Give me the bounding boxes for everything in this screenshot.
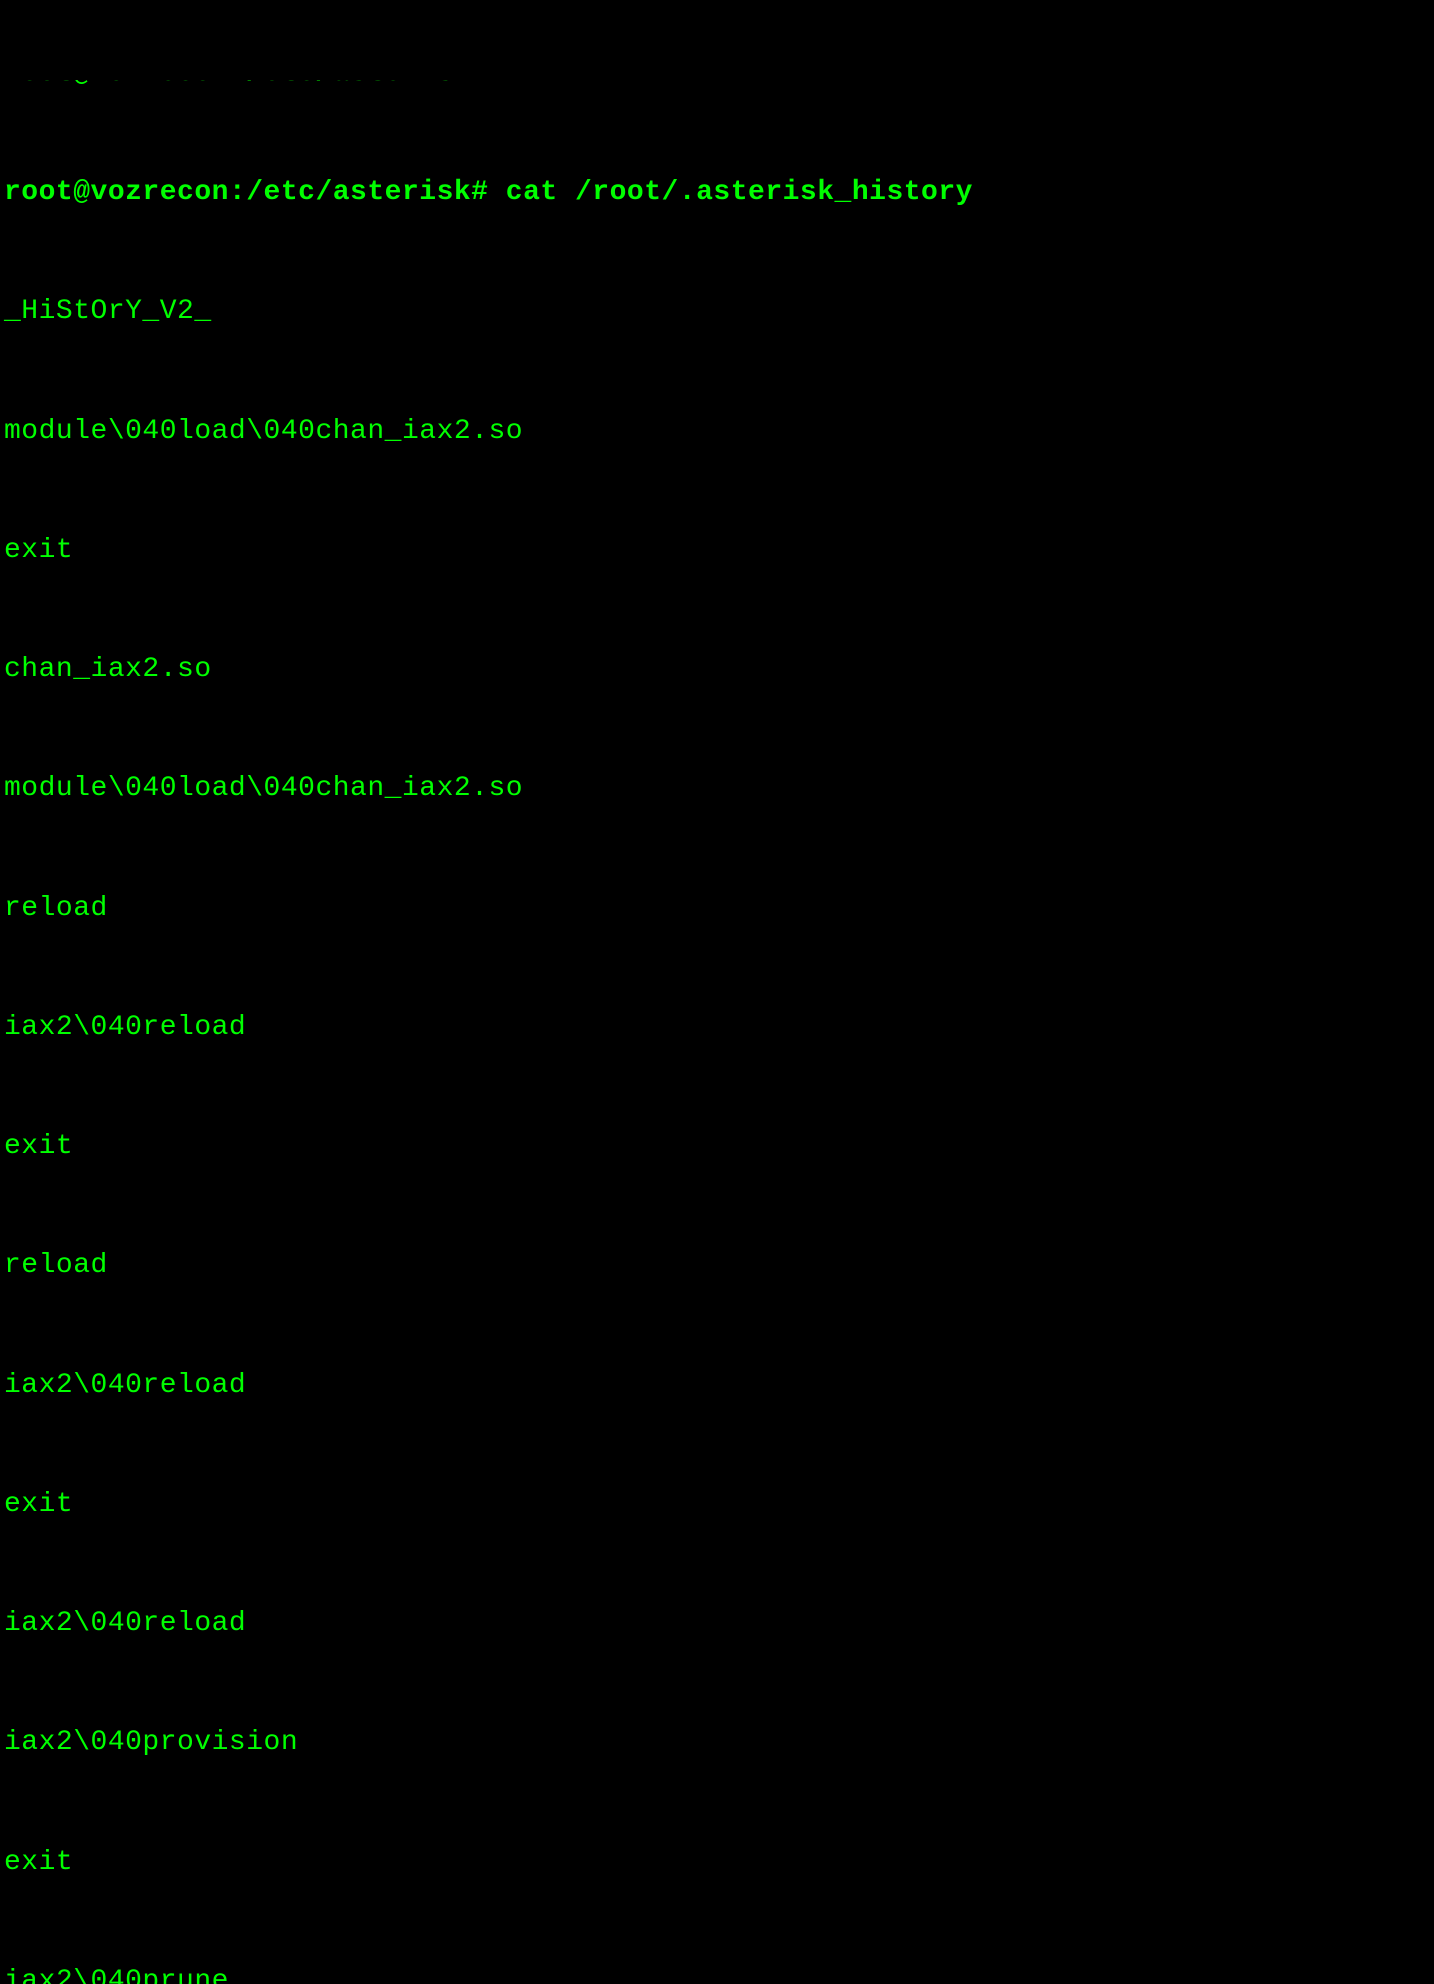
terminal-line: module\040load\040chan_iax2.so — [4, 412, 1430, 452]
terminal-line: iax2\040provision — [4, 1723, 1430, 1763]
terminal-line: exit — [4, 1485, 1430, 1525]
terminal-line: root@vozrecon:/etc/asterisk# — [4, 80, 488, 94]
terminal-line: exit — [4, 531, 1430, 571]
terminal-line: exit — [4, 1127, 1430, 1167]
terminal-line: reload — [4, 889, 1430, 929]
terminal-line: iax2\040prune — [4, 1962, 1430, 1984]
terminal-line: _HiStOrY_V2_ — [4, 292, 1430, 332]
terminal-line: iax2\040reload — [4, 1008, 1430, 1048]
terminal-line: chan_iax2.so — [4, 650, 1430, 690]
terminal-output[interactable]: root@vozrecon:/etc/asterisk# root@vozrec… — [0, 0, 1434, 1984]
terminal-line-partial: root@vozrecon:/etc/asterisk# — [4, 80, 1430, 94]
terminal-line: exit — [4, 1843, 1430, 1883]
terminal-line: reload — [4, 1246, 1430, 1286]
terminal-line: iax2\040reload — [4, 1604, 1430, 1644]
terminal-line: iax2\040reload — [4, 1366, 1430, 1406]
terminal-prompt-line: root@vozrecon:/etc/asterisk# cat /root/.… — [4, 173, 1430, 213]
terminal-line: module\040load\040chan_iax2.so — [4, 769, 1430, 809]
